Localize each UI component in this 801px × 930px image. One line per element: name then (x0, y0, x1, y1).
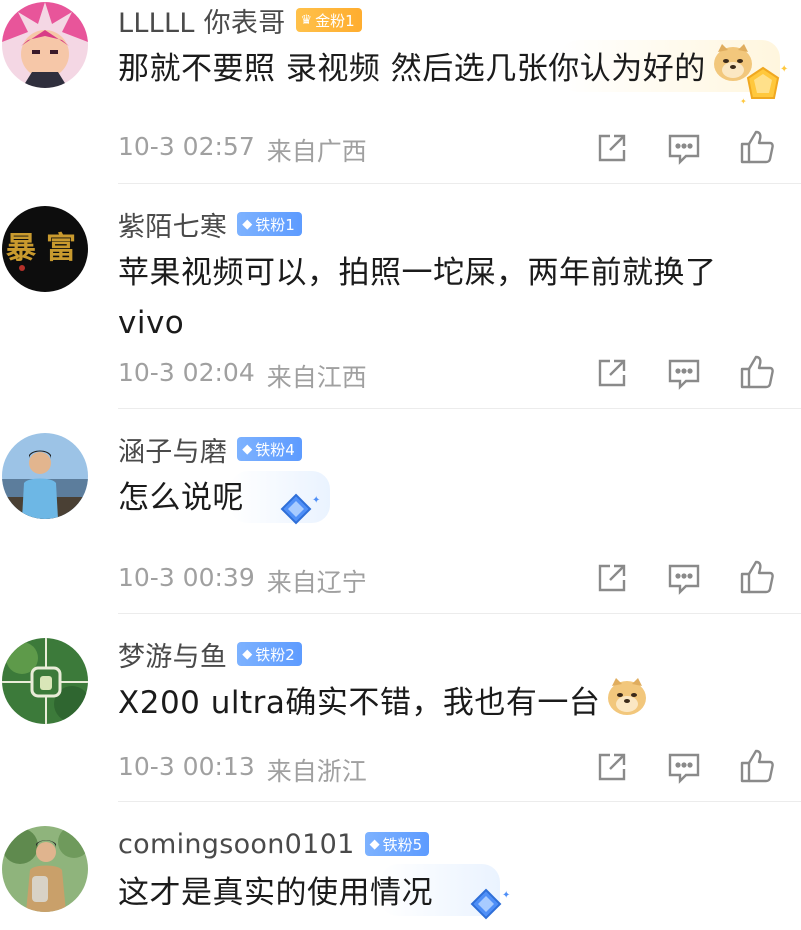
thumbs-up-icon[interactable] (738, 747, 774, 783)
diamond-icon: ◆ (242, 216, 253, 232)
doge-emoji-icon (606, 678, 648, 731)
thumbs-up-icon[interactable] (738, 558, 774, 594)
username[interactable]: 紫陌七寒 (118, 205, 227, 244)
crown-icon: ♛ (300, 12, 313, 28)
user-avatar[interactable]: 暴 富 (2, 206, 88, 292)
comment-icon[interactable] (666, 560, 702, 596)
user-avatar[interactable] (2, 433, 88, 519)
comment-text: 这才是真实的使用情况 (118, 875, 433, 911)
share-icon[interactable] (594, 749, 630, 785)
fan-badge[interactable]: ◆ 铁粉4 (237, 437, 302, 461)
blue-gem-decoration-icon: ✦ (272, 491, 324, 535)
blue-gem-decoration-icon: ✦ (462, 886, 514, 930)
comment-text: X200 ultra确实不错，我也有一台 (118, 678, 758, 731)
diamond-icon: ◆ (369, 836, 380, 852)
comment-text: 怎么说呢 (118, 480, 244, 516)
thumbs-up-icon[interactable] (738, 128, 774, 164)
divider (118, 801, 801, 802)
comment-text: 那就不要照 录视频 然后选几张你认为好的 (118, 44, 798, 97)
username[interactable]: LLLLL 你表哥 (118, 1, 286, 40)
username[interactable]: 涵子与磨 (118, 430, 227, 469)
divider (118, 613, 801, 614)
username[interactable]: comingsoon0101 (118, 829, 355, 860)
svg-text:✦: ✦ (740, 97, 747, 106)
name-row: 涵子与磨 ◆ 铁粉4 (118, 429, 302, 469)
share-icon[interactable] (594, 130, 630, 166)
fan-badge[interactable]: ◆ 铁粉2 (237, 642, 302, 666)
svg-text:暴: 暴 (6, 231, 37, 266)
location: 来自辽宁 (266, 568, 367, 597)
comment-icon[interactable] (666, 355, 702, 391)
fan-badge[interactable]: ♛ 金粉1 (295, 8, 362, 32)
location: 来自江西 (266, 363, 367, 392)
comment-meta: 10-3 02:04 来自江西 (118, 358, 367, 394)
timestamp: 10-3 02:57 (118, 132, 255, 161)
user-avatar[interactable] (2, 2, 88, 88)
name-row: 紫陌七寒 ◆ 铁粉1 (118, 204, 302, 244)
thumbs-up-icon[interactable] (738, 353, 774, 389)
share-icon[interactable] (594, 355, 630, 391)
comment-meta: 10-3 02:57 来自广西 (118, 132, 367, 168)
user-avatar[interactable] (2, 638, 88, 724)
diamond-icon: ◆ (242, 646, 253, 662)
name-row: comingsoon0101 ◆ 铁粉5 (118, 824, 430, 864)
timestamp: 10-3 00:13 (118, 752, 255, 781)
comment-meta: 10-3 00:39 来自辽宁 (118, 563, 367, 599)
timestamp: 10-3 02:04 (118, 358, 255, 387)
divider (118, 183, 801, 184)
comment-icon[interactable] (666, 130, 702, 166)
comment-icon[interactable] (666, 749, 702, 785)
svg-text:✦: ✦ (312, 495, 320, 506)
name-row: LLLLL 你表哥 ♛ 金粉1 (118, 0, 362, 40)
gold-gem-decoration-icon: ✦ ✦ (738, 62, 788, 110)
svg-text:✦: ✦ (780, 64, 788, 75)
fan-badge[interactable]: ◆ 铁粉1 (237, 212, 302, 236)
fan-badge[interactable]: ◆ 铁粉5 (364, 832, 430, 856)
user-avatar[interactable] (2, 826, 88, 912)
diamond-icon: ◆ (242, 441, 253, 457)
share-icon[interactable] (594, 560, 630, 596)
timestamp: 10-3 00:39 (118, 563, 255, 592)
name-row: 梦游与鱼 ◆ 铁粉2 (118, 634, 302, 674)
svg-text:富: 富 (46, 231, 76, 266)
location: 来自广西 (266, 137, 367, 166)
divider (118, 408, 801, 409)
svg-text:✦: ✦ (502, 890, 510, 901)
location: 来自浙江 (266, 757, 367, 786)
comment-meta: 10-3 00:13 来自浙江 (118, 752, 367, 788)
comment-text: 苹果视频可以，拍照一坨屎，两年前就换了vivo (118, 255, 717, 341)
username[interactable]: 梦游与鱼 (118, 635, 227, 674)
